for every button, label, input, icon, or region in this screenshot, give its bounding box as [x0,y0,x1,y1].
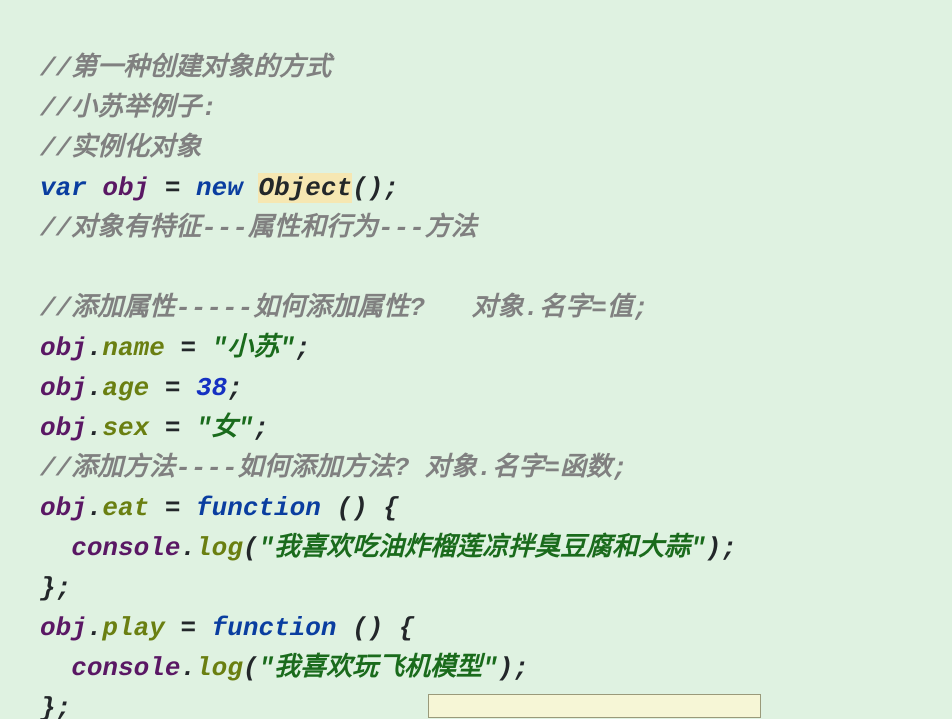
code-punct: ); [706,533,737,563]
identifier-obj: obj [40,413,87,443]
code-punct: ; [253,413,269,443]
keyword-var: var [40,173,102,203]
identifier-obj: obj [102,173,149,203]
code-punct: ; [295,333,311,363]
code-comment: //实例化对象 [40,133,201,163]
string-literal: "女" [196,413,253,443]
code-punct: () { [352,613,414,643]
code-comment: //小苏举例子: [40,93,217,123]
code-punct: ( [243,533,259,563]
code-punct: ; [227,373,243,403]
string-literal: "小苏" [212,333,295,363]
code-punct: ); [498,653,529,683]
code-op: = [149,173,196,203]
member-sex: sex [102,413,149,443]
code-dot: . [87,413,103,443]
code-punct: }; [40,693,71,719]
string-literal: "我喜欢吃油炸榴莲凉拌臭豆腐和大蒜" [258,533,705,563]
code-dot: . [87,373,103,403]
member-name: name [102,333,164,363]
code-punct: }; [40,573,71,603]
code-comment: //对象有特征---属性和行为---方法 [40,213,477,243]
code-comment: //添加方法----如何添加方法? 对象.名字=函数; [40,453,628,483]
keyword-function: function [212,613,352,643]
code-punct: () { [336,493,398,523]
code-punct: ( [243,653,259,683]
code-dot: . [180,533,196,563]
member-log: log [196,533,243,563]
string-literal: "我喜欢玩飞机模型" [258,653,497,683]
code-op: = [165,613,212,643]
member-eat: eat [102,493,149,523]
status-tooltip: Formatted 9 lines Show reformat dialog: … [428,694,761,718]
code-indent [40,533,71,563]
identifier-obj: obj [40,333,87,363]
identifier-obj: obj [40,493,87,523]
member-play: play [102,613,164,643]
code-comment: //第一种创建对象的方式 [40,53,331,83]
code-dot: . [87,613,103,643]
code-op: = [149,413,196,443]
member-age: age [102,373,149,403]
identifier-console: console [71,653,180,683]
identifier-console: console [71,533,180,563]
code-op: = [149,493,196,523]
code-op: = [149,373,196,403]
code-dot: . [87,493,103,523]
number-literal: 38 [196,373,227,403]
code-editor[interactable]: //第一种创建对象的方式 //小苏举例子: //实例化对象 var obj = … [0,0,952,719]
code-op: = [165,333,212,363]
keyword-function: function [196,493,336,523]
code-punct: (); [352,173,399,203]
code-dot: . [87,333,103,363]
keyword-new: new [196,173,258,203]
member-log: log [196,653,243,683]
code-comment: //添加属性-----如何添加属性? 对象.名字=值; [40,293,648,323]
code-dot: . [180,653,196,683]
identifier-obj: obj [40,373,87,403]
identifier-obj: obj [40,613,87,643]
code-indent [40,653,71,683]
class-object-highlight: Object [258,173,352,203]
